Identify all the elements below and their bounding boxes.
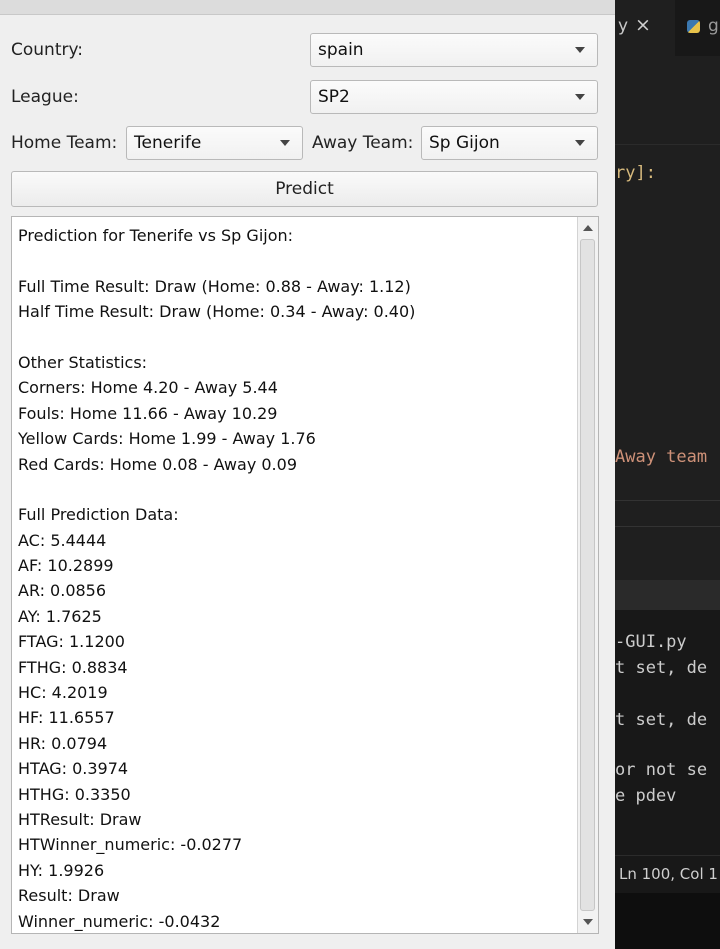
output-line: HF: 11.6557 xyxy=(18,708,115,728)
terminal-line: t set, de xyxy=(615,710,708,730)
editor-tab-active[interactable]: y × xyxy=(615,0,675,56)
editor-tab-title: y xyxy=(618,16,629,36)
scroll-down-arrow-icon[interactable] xyxy=(583,919,593,925)
terminal-line: -GUI.py xyxy=(615,632,687,652)
output-line: Red Cards: Home 0.08 - Away 0.09 xyxy=(18,454,297,474)
output-line: Winner_numeric: -0.0432 xyxy=(18,911,221,931)
chevron-down-icon xyxy=(575,47,585,53)
code-line-top: ry]: xyxy=(615,163,656,183)
prediction-output-textarea[interactable]: Prediction for Tenerife vs Sp Gijon: Full… xyxy=(11,216,599,934)
editor-tab-python[interactable]: g xyxy=(681,0,720,56)
output-line: HC: 4.2019 xyxy=(18,683,108,703)
chevron-down-icon xyxy=(280,140,290,146)
prediction-output-text: Prediction for Tenerife vs Sp Gijon: Full… xyxy=(18,223,573,933)
editor-divider xyxy=(615,526,720,527)
scroll-up-arrow-icon[interactable] xyxy=(583,225,593,231)
away-team-select-value: Sp Gijon xyxy=(429,133,500,153)
output-line: HR: 0.0794 xyxy=(18,733,108,753)
output-line: Half Time Result: Draw (Home: 0.34 - Awa… xyxy=(18,302,416,322)
output-line: FTAG: 1.1200 xyxy=(18,632,125,652)
chevron-down-icon xyxy=(575,140,585,146)
output-line: Full Prediction Data: xyxy=(18,505,179,525)
output-line: Other Statistics: xyxy=(18,352,148,372)
home-team-select[interactable]: Tenerife xyxy=(126,126,303,160)
cursor-position-status[interactable]: Ln 100, Col 1 xyxy=(619,865,718,883)
chevron-down-icon xyxy=(575,94,585,100)
editor-breadcrumbs xyxy=(615,56,720,145)
predict-button[interactable]: Predict xyxy=(11,171,598,207)
output-line: Corners: Home 4.20 - Away 5.44 xyxy=(18,378,278,398)
league-label: League: xyxy=(11,87,79,107)
editor-tab-title-2: g xyxy=(708,16,719,36)
python-icon xyxy=(687,20,700,33)
window-titlebar[interactable] xyxy=(0,0,615,15)
home-team-select-value: Tenerife xyxy=(134,133,202,153)
code-editor-background: y × g ry]: Away team -GUI.py t set, de t… xyxy=(615,0,720,949)
output-line: HTResult: Draw xyxy=(18,809,142,829)
country-label: Country: xyxy=(11,40,84,60)
output-line: AF: 10.2899 xyxy=(18,556,114,576)
league-select[interactable]: SP2 xyxy=(310,80,598,114)
league-select-value: SP2 xyxy=(318,87,350,107)
output-line: AC: 5.4444 xyxy=(18,530,107,550)
output-scrollbar[interactable] xyxy=(577,217,598,933)
output-line: HTWinner_numeric: -0.0277 xyxy=(18,835,243,855)
taskbar-area xyxy=(615,893,720,949)
code-line-string: Away team xyxy=(615,447,708,467)
output-line: Prediction for Tenerife vs Sp Gijon: xyxy=(18,226,294,245)
prediction-app-window: Country: spain League: SP2 Home Team: Te… xyxy=(0,0,615,949)
home-team-label: Home Team: xyxy=(11,133,118,153)
output-line: Result: Draw xyxy=(18,886,120,906)
terminal-line: or not se xyxy=(615,760,708,780)
country-select-value: spain xyxy=(318,40,364,60)
away-team-select[interactable]: Sp Gijon xyxy=(421,126,598,160)
output-line: FTHG: 0.8834 xyxy=(18,657,128,677)
output-line: Full Time Result: Draw (Home: 0.88 - Awa… xyxy=(18,276,411,296)
editor-divider xyxy=(615,500,720,501)
country-select[interactable]: spain xyxy=(310,33,598,67)
terminal-line: e pdev xyxy=(615,786,677,806)
away-team-label: Away Team: xyxy=(312,133,414,153)
output-line: AR: 0.0856 xyxy=(18,581,107,601)
terminal-panel: -GUI.py t set, de t set, de or not se e … xyxy=(615,610,720,855)
terminal-panel-header xyxy=(615,580,720,610)
output-line: HTAG: 0.3974 xyxy=(18,759,129,779)
terminal-line: t set, de xyxy=(615,658,708,678)
output-line: Yellow Cards: Home 1.99 - Away 1.76 xyxy=(18,429,316,449)
close-icon[interactable]: × xyxy=(635,14,651,36)
editor-tabbar: y × g xyxy=(615,0,720,56)
editor-statusbar: Ln 100, Col 1 xyxy=(615,855,720,894)
output-line: HTHG: 0.3350 xyxy=(18,784,131,804)
scrollbar-thumb[interactable] xyxy=(580,239,595,911)
output-line: Fouls: Home 11.66 - Away 10.29 xyxy=(18,403,278,423)
output-line: HY: 1.9926 xyxy=(18,860,105,880)
output-line: AY: 1.7625 xyxy=(18,606,102,626)
